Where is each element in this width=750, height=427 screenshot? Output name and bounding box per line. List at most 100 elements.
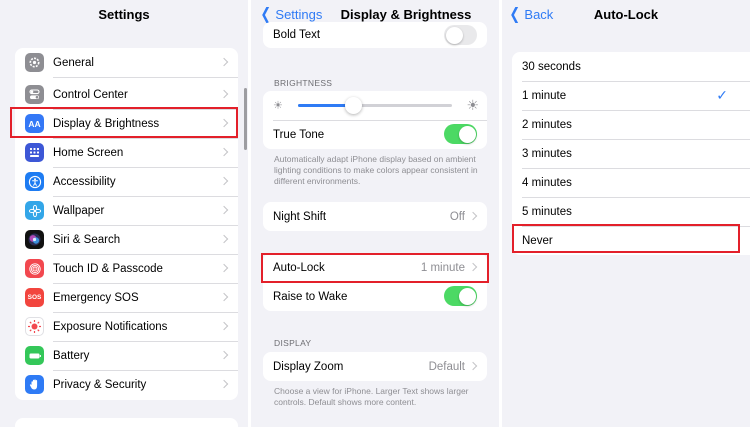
sidebar-item-touch-id[interactable]: Touch ID & Passcode [15,254,238,283]
sos-icon: SOS [25,288,44,307]
option-label: 4 minutes [522,176,572,189]
icon-glyph: AA [28,118,41,129]
display-zoom-footer: Choose a view for iPhone. Larger Text sh… [274,386,469,407]
brightness-slider[interactable] [298,97,452,114]
list-item[interactable]: Never [512,226,750,255]
auto-lock-value: 1 minute [420,261,465,274]
sidebar-item-general[interactable]: General [15,48,238,77]
chevron-right-icon [219,118,229,128]
true-tone-toggle[interactable] [444,124,477,144]
night-shift-value: Off [449,210,465,223]
true-tone-row: True Tone [263,120,487,149]
sidebar-item-emergency-sos[interactable]: SOS Emergency SOS [15,283,238,312]
chevron-right-icon [219,350,229,360]
bold-text-group: Bold Text [263,22,487,48]
sidebar-item-label: Home Screen [53,146,124,159]
sidebar-item-label: Touch ID & Passcode [53,262,163,275]
sidebar-item-label: Siri & Search [53,233,121,246]
option-label: 1 minute [522,89,567,102]
sidebar-item-home-screen[interactable]: Home Screen [15,138,238,167]
toggles-icon [25,85,44,104]
sidebar-item-wallpaper[interactable]: Wallpaper [15,196,238,225]
sidebar-item-battery[interactable]: Battery [15,341,238,370]
sidebar-item-display-brightness[interactable]: AA Display & Brightness [15,109,238,138]
exposure-icon [25,317,44,336]
page-title: Display & Brightness [340,7,472,22]
display-brightness-panel: ❮ Settings Display & Brightness Bold Tex… [251,0,499,427]
sun-large-icon: ☀ [466,97,479,113]
settings-list: General Control Center AA Display & Brig… [15,48,238,400]
option-label: 2 minutes [522,118,572,131]
text-size-icon: AA [25,114,44,133]
chevron-right-icon [468,262,478,272]
chevron-right-icon [219,263,229,273]
option-label: 30 seconds [522,60,581,73]
sidebar-item-label: Battery [53,349,90,362]
auto-lock-group: Auto-Lock 1 minute Raise to Wake [263,253,487,311]
checkmark-icon: ✓ [716,87,728,103]
settings-next-group [15,418,238,427]
auto-lock-label: Auto-Lock [273,261,325,274]
auto-lock-row[interactable]: Auto-Lock 1 minute [263,253,487,282]
accessibility-icon [25,172,44,191]
true-tone-label: True Tone [273,128,325,141]
bold-text-row: Bold Text [263,22,487,48]
bold-text-label: Bold Text [273,29,321,41]
raise-to-wake-row: Raise to Wake [263,282,487,311]
auto-lock-panel: ❮ Back Auto-Lock 30 seconds 1 minute ✓ 2… [502,0,750,427]
fingerprint-icon [25,259,44,278]
page-title: Auto-Lock [593,7,659,22]
flower-icon [25,201,44,220]
scroll-indicator[interactable] [244,88,247,150]
auto-lock-navbar: ❮ Back Auto-Lock [502,0,750,32]
chevron-right-icon [468,211,478,221]
icon-glyph: SOS [27,294,42,301]
chevron-right-icon [219,379,229,389]
settings-navbar: Settings [0,0,248,32]
sidebar-item-label: Control Center [53,88,128,101]
chevron-right-icon [219,89,229,99]
hand-icon [25,375,44,394]
sidebar-item-label: Accessibility [53,175,116,188]
list-item[interactable]: 5 minutes [512,197,750,226]
sidebar-item-accessibility[interactable]: Accessibility [15,167,238,196]
sidebar-item-privacy-security[interactable]: Privacy & Security [15,370,238,399]
list-item[interactable]: 2 minutes [512,110,750,139]
sun-small-icon: ☀ [273,100,283,112]
brightness-row: ☀ ☀ [263,91,487,120]
chevron-right-icon [219,147,229,157]
option-label: Never [522,234,553,247]
sidebar-item-siri-search[interactable]: Siri & Search [15,225,238,254]
chevron-left-icon: ❮ [260,6,272,23]
night-shift-row[interactable]: Night Shift Off [263,202,487,231]
chevron-right-icon [219,57,229,67]
list-item[interactable]: 4 minutes [512,168,750,197]
siri-icon [25,230,44,249]
night-shift-label: Night Shift [273,210,327,223]
list-item[interactable]: 3 minutes [512,139,750,168]
list-item[interactable]: 30 seconds [512,52,750,81]
chevron-right-icon [219,176,229,186]
display-zoom-row[interactable]: Display Zoom Default [263,352,487,381]
sidebar-item-label: Display & Brightness [53,117,160,130]
sidebar-item-control-center[interactable]: Control Center [15,80,238,109]
option-label: 5 minutes [522,205,572,218]
sidebar-item-exposure-notifications[interactable]: Exposure Notifications [15,312,238,341]
settings-panel: Settings General Control Center AA Displ… [0,0,248,427]
chevron-right-icon [219,321,229,331]
display-header: DISPLAY [274,338,312,348]
chevron-right-icon [219,292,229,302]
gear-icon [25,53,44,72]
display-zoom-label: Display Zoom [273,360,344,373]
brightness-slider-knob[interactable] [345,97,362,114]
chevron-right-icon [468,361,478,371]
raise-to-wake-toggle[interactable] [444,286,477,306]
chevron-right-icon [219,234,229,244]
brightness-group: ☀ ☀ True Tone [263,91,487,149]
list-item[interactable]: 1 minute ✓ [512,81,750,110]
sidebar-item-label: Privacy & Security [53,378,147,391]
true-tone-footer: Automatically adapt iPhone display based… [274,154,478,186]
bold-text-toggle[interactable] [444,25,477,45]
sidebar-item-label: Wallpaper [53,204,105,217]
brightness-header: BRIGHTNESS [274,78,333,88]
